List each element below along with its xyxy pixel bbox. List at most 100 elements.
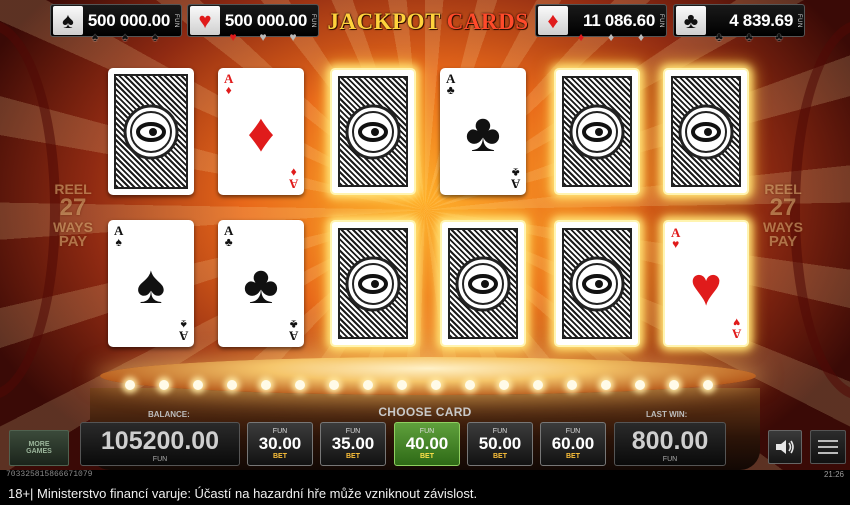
stage-light: [703, 380, 713, 390]
bet-label: BET: [566, 453, 580, 461]
fun-label: FUN: [796, 13, 802, 28]
card-suit-pip: ♠: [136, 255, 166, 315]
jackpot-bar: ♠ 500 000.00 FUN ♠ ♠ ♠ ♥ 500 000.00 FUN …: [0, 0, 850, 43]
spade-icon: ♠: [91, 30, 99, 44]
heart-icon: ♥: [229, 30, 237, 44]
stage-light: [635, 380, 645, 390]
stage-light: [397, 380, 407, 390]
stage-light: [329, 380, 339, 390]
card-corner-index: A ♣: [288, 317, 298, 344]
stage-light: [193, 380, 203, 390]
club-icon: ♣: [676, 6, 706, 35]
bet-amount: 40.00: [405, 433, 449, 453]
card-corner-index: A ♥: [731, 315, 741, 342]
card-corner-index: A ♠: [114, 223, 124, 250]
jackpot-heart-subsuits: ♥ ♥ ♥: [226, 31, 300, 43]
club-icon: ♣: [775, 30, 783, 44]
spade-icon: ♠: [53, 6, 83, 35]
stage-light: [465, 380, 475, 390]
fun-label: FUN: [173, 13, 179, 28]
more-games-label: GAMES: [26, 448, 52, 455]
card-face-down[interactable]: [108, 68, 194, 195]
bet-button-30[interactable]: FUN 30.00 BET: [247, 422, 313, 466]
reel-label-line: 27: [59, 194, 87, 221]
card-face-up[interactable]: A ♥ ♥ A ♥: [663, 220, 749, 347]
card-suit-pip: ♥: [689, 257, 723, 317]
card-face-up[interactable]: A ♣ ♣ A ♣: [440, 68, 526, 195]
card-suit-pip: ♦: [247, 103, 275, 163]
stage-light: [125, 380, 135, 390]
card-face-up[interactable]: A ♠ ♠ A ♠: [108, 220, 194, 347]
last-win-display: 800.00 FUN: [614, 422, 726, 466]
fun-label: FUN: [310, 13, 316, 28]
card-face-up[interactable]: A ♦ ♦ A ♦: [218, 68, 304, 195]
diamond-icon: ♦: [577, 30, 585, 44]
fun-label: FUN: [658, 13, 664, 28]
logo-word-jackpot: JACKPOT: [327, 9, 441, 34]
gambling-disclaimer: 18+| Ministerstvo financí varuje: Účastí…: [0, 481, 850, 505]
jackpot-club-subsuits: ♣ ♣ ♣: [712, 31, 786, 43]
card-face-up[interactable]: A ♣ ♣ A ♣: [218, 220, 304, 347]
card-suit-pip: ♣: [243, 255, 279, 315]
bet-button-50[interactable]: FUN 50.00 BET: [467, 422, 533, 466]
bet-button-60[interactable]: FUN 60.00 BET: [540, 422, 606, 466]
stage-light: [669, 380, 679, 390]
jackpot-spade-subsuits: ♠ ♠ ♠: [88, 31, 162, 43]
stage-lights: [115, 380, 735, 392]
card-back-logo: [455, 256, 511, 311]
card-corner-index: A ♣: [446, 71, 456, 98]
card-face-down[interactable]: [663, 68, 749, 195]
card-back-logo: [345, 256, 401, 311]
choose-card-prompt: CHOOSE CARD: [378, 405, 472, 419]
hamburger-icon: [818, 446, 838, 448]
diamond-icon: ♦: [607, 30, 615, 44]
stage-light: [431, 380, 441, 390]
reel-label-line: WAYS: [53, 219, 93, 235]
stage-light: [363, 380, 373, 390]
spade-icon: ♠: [151, 30, 159, 44]
card-back-logo: [123, 104, 179, 159]
heart-icon: ♥: [259, 30, 267, 44]
disclaimer-text: 18+| Ministerstvo financí varuje: Účastí…: [8, 486, 478, 501]
card-face-down[interactable]: [330, 68, 416, 195]
card-back-logo: [569, 256, 625, 311]
stage-light: [227, 380, 237, 390]
stage-light: [159, 380, 169, 390]
card-corner-index: A ♥: [671, 225, 681, 252]
bet-amount: 50.00: [478, 433, 522, 453]
bet-label: BET: [273, 453, 287, 461]
stage-light: [499, 380, 509, 390]
stage-light: [601, 380, 611, 390]
club-icon: ♣: [745, 30, 753, 44]
card-corner-index: A ♣: [224, 223, 234, 250]
hamburger-icon: [818, 452, 838, 454]
game-logo: JACKPOT CARDS: [325, 9, 531, 35]
card-face-down[interactable]: [440, 220, 526, 347]
menu-button[interactable]: [810, 430, 846, 464]
card-face-down[interactable]: [554, 220, 640, 347]
spade-icon: ♠: [121, 30, 129, 44]
last-win-value: 800.00: [631, 427, 709, 455]
bet-button-35[interactable]: FUN 35.00 BET: [320, 422, 386, 466]
diamond-icon: ♦: [637, 30, 645, 44]
bet-label: BET: [346, 453, 360, 461]
reel-label-line: 27: [769, 194, 797, 221]
balance-label: BALANCE:: [148, 410, 190, 419]
sound-button[interactable]: [768, 430, 802, 464]
jackpot-diamond-subsuits: ♦ ♦ ♦: [574, 31, 648, 43]
bet-amount: 30.00: [258, 433, 302, 453]
bet-label: BET: [493, 453, 507, 461]
card-back-logo: [569, 104, 625, 159]
control-bar: CHOOSE CARD BALANCE: 105200.00 FUN FUN 3…: [0, 400, 850, 470]
stage-light: [261, 380, 271, 390]
bet-button-40[interactable]: FUN 40.00 BET: [394, 422, 460, 466]
reel-label-line: PAY: [768, 233, 798, 250]
more-games-button[interactable]: MORE GAMES: [9, 430, 69, 466]
stage-light: [533, 380, 543, 390]
card-corner-index: A ♣: [510, 165, 520, 192]
card-face-down[interactable]: [330, 220, 416, 347]
stage-light: [295, 380, 305, 390]
card-face-down[interactable]: [554, 68, 640, 195]
clock: 21:26: [823, 470, 844, 479]
bet-amount: 35.00: [331, 433, 375, 453]
